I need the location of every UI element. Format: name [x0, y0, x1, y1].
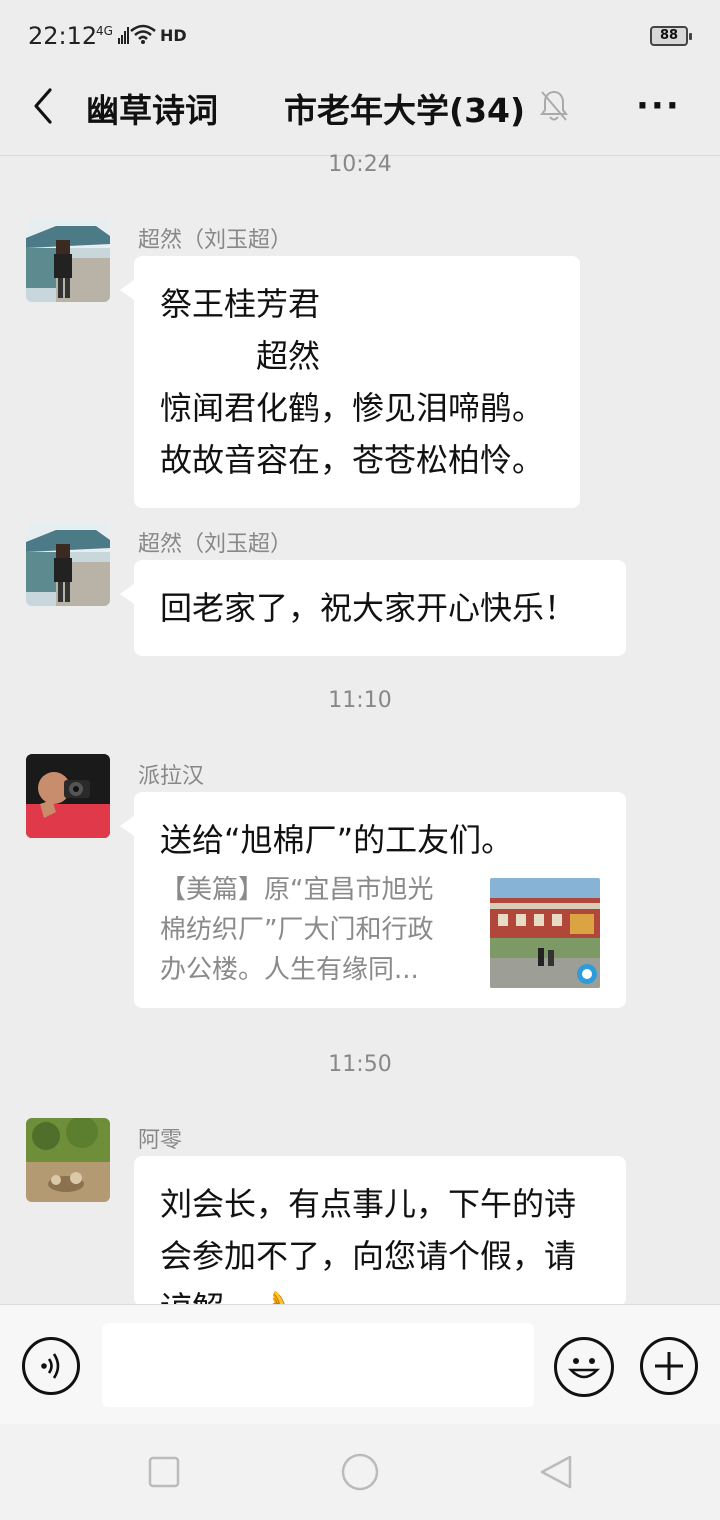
- sender-name: 阿零: [138, 1128, 183, 1153]
- timestamp: 11:10: [328, 688, 392, 713]
- chevron-left-icon[interactable]: [24, 86, 64, 126]
- status-bar: 22:12 4G HD 88: [0, 0, 720, 72]
- network-type: 4G: [96, 24, 113, 38]
- signal-icon: [118, 27, 129, 44]
- message-bubble[interactable]: 祭王桂芳君 超然 惊闻君化鹤，惨见泪啼鹃。 故故音容在，苍苍松柏怜。: [120, 256, 580, 508]
- emoji-icon[interactable]: [554, 1337, 614, 1397]
- message-bubble[interactable]: 回老家了，祝大家开心快乐！: [120, 560, 626, 656]
- share-thumbnail: [490, 878, 600, 988]
- sender-name: 派拉汉: [138, 764, 205, 789]
- timestamp: 10:24: [328, 152, 392, 177]
- share-description-line: 棉纺织厂”厂大门和行政: [160, 915, 434, 945]
- sender-name: 超然（刘玉超）: [138, 228, 293, 253]
- message-line: 超然: [160, 337, 321, 375]
- share-title: 送给“旭棉厂”的工友们。: [160, 821, 514, 859]
- wifi-icon: [130, 24, 156, 44]
- message-bubble[interactable]: 刘会长，有点事儿，下午的诗 会参加不了，向您请个假，请 谅解。👌: [134, 1156, 626, 1306]
- message-line: 故故音容在，苍苍松柏怜。: [160, 441, 545, 479]
- input-bar: [0, 1304, 720, 1424]
- recents-icon[interactable]: [148, 1456, 180, 1488]
- avatar[interactable]: [26, 218, 110, 302]
- message-line: 回老家了，祝大家开心快乐！: [160, 589, 577, 627]
- shared-link-card[interactable]: 送给“旭棉厂”的工友们。 【美篇】原“宜昌市旭光 棉纺织厂”厂大门和行政 办公楼…: [120, 792, 626, 1008]
- sender-name: 超然（刘玉超）: [138, 532, 293, 557]
- avatar[interactable]: [26, 1118, 110, 1202]
- message-line: 谅解。👌: [160, 1282, 600, 1306]
- hd-badge: HD: [160, 26, 187, 45]
- share-description-line: 【美篇】原“宜昌市旭光: [160, 875, 434, 905]
- share-description-line: 办公楼。人生有缘同...: [160, 955, 419, 985]
- more-dots-icon[interactable]: ···: [636, 86, 681, 126]
- timestamp: 11:50: [328, 1052, 392, 1077]
- status-time: 22:12: [28, 22, 98, 50]
- voice-icon[interactable]: [22, 1337, 80, 1395]
- battery-icon: 88: [650, 26, 692, 46]
- plus-icon[interactable]: [640, 1337, 698, 1395]
- message-line: 刘会长，有点事儿，下午的诗: [160, 1185, 577, 1223]
- chat-title: 幽草诗词 市老年大学(34): [86, 91, 526, 130]
- chat-header: 幽草诗词 市老年大学(34) ···: [0, 72, 720, 156]
- system-navigation-bar: [0, 1424, 720, 1520]
- back-nav-icon[interactable]: [538, 1454, 574, 1490]
- message-line: 祭王桂芳君: [160, 285, 321, 323]
- message-line: 会参加不了，向您请个假，请: [160, 1237, 577, 1275]
- avatar[interactable]: [26, 522, 110, 606]
- home-icon[interactable]: [340, 1452, 380, 1492]
- bell-off-icon: [540, 90, 568, 121]
- avatar[interactable]: [26, 754, 110, 838]
- message-line: 惊闻君化鹤，惨见泪啼鹃。: [160, 389, 545, 427]
- message-input[interactable]: [102, 1323, 534, 1407]
